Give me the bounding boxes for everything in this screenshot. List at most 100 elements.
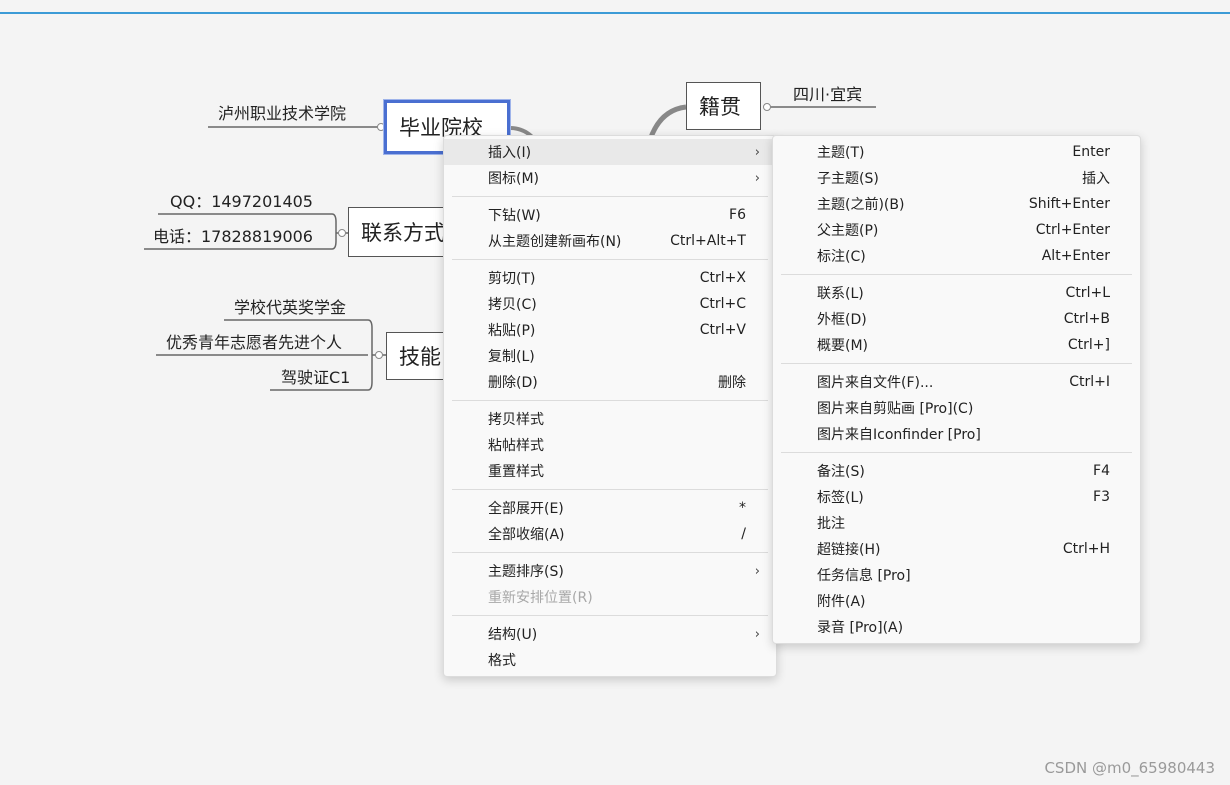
menu-item[interactable]: 粘贴(P) Ctrl+V — [444, 317, 776, 343]
menu-item[interactable]: 图片来自Iconfinder [Pro] — [773, 421, 1140, 447]
menu-item-label: 复制(L) — [488, 349, 535, 365]
collapse-knob[interactable] — [763, 103, 771, 111]
menu-item[interactable]: 批注 — [773, 510, 1140, 536]
menu-item-label: 备注(S) — [817, 464, 865, 480]
menu-item-label: 附件(A) — [817, 594, 866, 610]
menu-separator — [452, 196, 768, 197]
menu-item[interactable]: 下钻(W) F6 — [444, 202, 776, 228]
menu-item[interactable]: 任务信息 [Pro] — [773, 562, 1140, 588]
subtopic-award[interactable]: 学校代英奖学金 — [234, 294, 346, 318]
menu-separator — [781, 452, 1132, 453]
menu-item-label: 从主题创建新画布(N) — [488, 234, 622, 250]
menu-item[interactable]: 联系(L) Ctrl+L — [773, 280, 1140, 306]
menu-item[interactable]: 图片来自文件(F)... Ctrl+I — [773, 369, 1140, 395]
menu-item-label: 结构(U) — [488, 627, 538, 643]
menu-item-shortcut: Ctrl+C — [699, 296, 746, 312]
menu-item-label: 外框(D) — [817, 312, 867, 328]
subtopic-school-name[interactable]: 泸州职业技术学院 — [218, 100, 346, 124]
subtopic-hometown-value[interactable]: 四川·宜宾 — [793, 81, 862, 105]
menu-item-label: 删除(D) — [488, 375, 538, 391]
subtopic-volunteer[interactable]: 优秀青年志愿者先进个人 — [166, 329, 342, 353]
menu-item[interactable]: 插入(I) › — [444, 139, 776, 165]
menu-item-label: 批注 — [817, 516, 845, 532]
menu-item-label: 任务信息 [Pro] — [817, 568, 911, 584]
menu-separator — [452, 615, 768, 616]
menu-item[interactable]: 外框(D) Ctrl+B — [773, 306, 1140, 332]
menu-item[interactable]: 备注(S) F4 — [773, 458, 1140, 484]
menu-item-label: 图片来自Iconfinder [Pro] — [817, 427, 981, 443]
menu-item[interactable]: 标注(C) Alt+Enter — [773, 243, 1140, 269]
menu-item[interactable]: 粘帖样式 — [444, 432, 776, 458]
menu-item-shortcut: 插入 — [1082, 171, 1110, 187]
menu-item-shortcut: / — [741, 526, 746, 542]
topic-contact[interactable]: 联系方式 — [348, 207, 458, 257]
menu-item-shortcut: Ctrl+] — [1067, 337, 1110, 353]
menu-item-label: 主题排序(S) — [488, 564, 564, 580]
chevron-right-icon: › — [754, 170, 760, 186]
menu-item-label: 重新安排位置(R) — [488, 590, 593, 606]
menu-item-shortcut: Ctrl+B — [1063, 311, 1110, 327]
menu-item-shortcut: Ctrl+I — [1069, 374, 1110, 390]
menu-item[interactable]: 全部收缩(A) / — [444, 521, 776, 547]
subtopic-license[interactable]: 驾驶证C1 — [281, 364, 350, 388]
menu-item-shortcut: Alt+Enter — [1041, 248, 1110, 264]
menu-item[interactable]: 子主题(S) 插入 — [773, 165, 1140, 191]
menu-item[interactable]: 重置样式 — [444, 458, 776, 484]
menu-item-label: 拷贝(C) — [488, 297, 537, 313]
menu-item-shortcut: 删除 — [718, 375, 746, 391]
insert-submenu: 主题(T) Enter 子主题(S) 插入 主题(之前)(B) Shift+Enter 父主… — [772, 135, 1141, 644]
menu-item-shortcut: Ctrl+Enter — [1035, 222, 1110, 238]
menu-item-label: 标签(L) — [817, 490, 864, 506]
subtopic-qq[interactable]: QQ：1497201405 — [170, 188, 313, 212]
collapse-knob[interactable] — [338, 229, 346, 237]
menu-item[interactable]: 剪切(T) Ctrl+X — [444, 265, 776, 291]
menu-item[interactable]: 父主题(P) Ctrl+Enter — [773, 217, 1140, 243]
menu-item-label: 重置样式 — [488, 464, 544, 480]
menu-item[interactable]: 全部展开(E) * — [444, 495, 776, 521]
menu-item-shortcut: Ctrl+V — [699, 322, 746, 338]
menu-item-label: 父主题(P) — [817, 223, 879, 239]
menu-item-label: 超链接(H) — [817, 542, 881, 558]
menu-separator — [452, 489, 768, 490]
menu-item[interactable]: 图标(M) › — [444, 165, 776, 191]
context-menu: 插入(I) › 图标(M) › 下钻(W) F6 从主题创建新画布(N) Ctrl+Alt+T… — [443, 135, 777, 677]
menu-item-label: 粘贴(P) — [488, 323, 536, 339]
menu-separator — [452, 552, 768, 553]
menu-item[interactable]: 删除(D) 删除 — [444, 369, 776, 395]
menu-item[interactable]: 超链接(H) Ctrl+H — [773, 536, 1140, 562]
menu-item-label: 格式 — [488, 653, 516, 669]
menu-item[interactable]: 附件(A) — [773, 588, 1140, 614]
menu-item[interactable]: 拷贝(C) Ctrl+C — [444, 291, 776, 317]
menu-item[interactable]: 格式 — [444, 647, 776, 673]
menu-item[interactable]: 标签(L) F3 — [773, 484, 1140, 510]
topic-skills-label: 技能 — [399, 345, 441, 369]
menu-item[interactable]: 主题(之前)(B) Shift+Enter — [773, 191, 1140, 217]
topic-hometown[interactable]: 籍贯 — [686, 82, 761, 130]
menu-item[interactable]: 录音 [Pro](A) — [773, 614, 1140, 640]
menu-item-label: 拷贝样式 — [488, 412, 544, 428]
menu-item-label: 录音 [Pro](A) — [817, 620, 904, 636]
menu-item[interactable]: 主题排序(S) › — [444, 558, 776, 584]
menu-item[interactable]: 主题(T) Enter — [773, 139, 1140, 165]
watermark: CSDN @m0_65980443 — [1044, 759, 1215, 777]
collapse-knob[interactable] — [375, 351, 383, 359]
menu-item[interactable]: 结构(U) › — [444, 621, 776, 647]
menu-item[interactable]: 图片来自剪贴画 [Pro](C) — [773, 395, 1140, 421]
topic-hometown-label: 籍贯 — [699, 95, 741, 119]
menu-item[interactable]: 复制(L) — [444, 343, 776, 369]
menu-item[interactable]: 概要(M) Ctrl+] — [773, 332, 1140, 358]
subtopic-phone[interactable]: 电话：17828819006 — [153, 223, 313, 247]
menu-separator — [452, 259, 768, 260]
menu-item-label: 图片来自文件(F)... — [817, 375, 934, 391]
menu-item-label: 粘帖样式 — [488, 438, 544, 454]
menu-item-shortcut: Ctrl+L — [1065, 285, 1110, 301]
menu-separator — [781, 274, 1132, 275]
menu-item[interactable]: 拷贝样式 — [444, 406, 776, 432]
menu-item[interactable]: 从主题创建新画布(N) Ctrl+Alt+T — [444, 228, 776, 254]
menu-separator — [452, 400, 768, 401]
chevron-right-icon: › — [754, 144, 760, 160]
menu-item-shortcut: Enter — [1072, 144, 1110, 160]
menu-item-label: 下钻(W) — [488, 208, 541, 224]
menu-item-shortcut: F3 — [1093, 489, 1110, 505]
menu-item-label: 主题(之前)(B) — [817, 197, 905, 213]
